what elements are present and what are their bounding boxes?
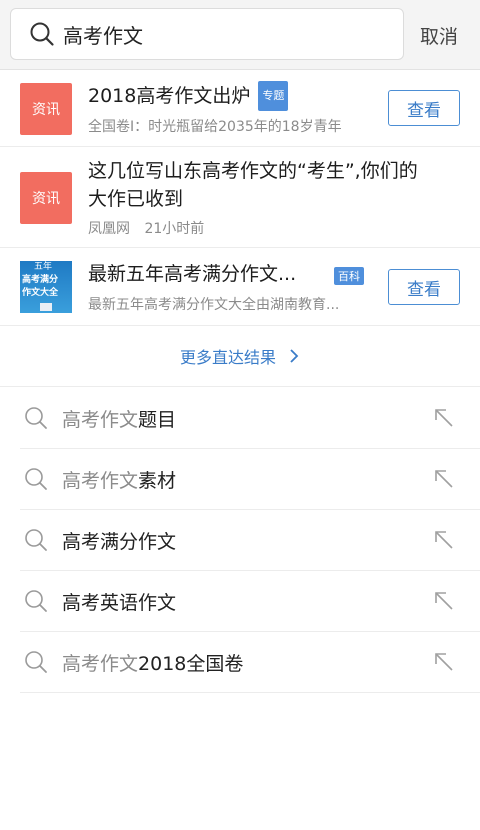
result-title-text: 2018高考作文出炉 bbox=[88, 85, 251, 107]
cancel-button[interactable]: 取消 bbox=[420, 22, 458, 49]
result-source: 凤凰网 bbox=[88, 221, 130, 237]
result-subtitle: 最新五年高考满分作文大全由湖南教育... bbox=[88, 297, 340, 313]
search-query-text: 高考作文 bbox=[63, 23, 143, 48]
arrow-up-left-icon[interactable] bbox=[432, 406, 456, 430]
news-tag-thumb: 资讯 bbox=[20, 172, 72, 224]
view-button[interactable]: 查看 bbox=[388, 269, 460, 305]
encyclopedia-badge: 百科 bbox=[334, 267, 364, 285]
suggestion-item[interactable]: 高考英语作文 bbox=[20, 571, 480, 632]
search-icon bbox=[30, 22, 54, 46]
suggestion-item[interactable]: 高考满分作文 bbox=[20, 510, 480, 571]
result-title-text: 最新五年高考满分作文... bbox=[88, 263, 297, 285]
more-results-label: 更多直达结果 bbox=[179, 348, 276, 367]
result-card[interactable]: 资讯 2018高考作文出炉 专题 全国卷I：时光瓶留给2035年的18岁青年 查看 bbox=[0, 71, 480, 147]
result-title[interactable]: 2018高考作文出炉 专题 bbox=[88, 81, 289, 111]
result-subtitle: 全国卷I：时光瓶留给2035年的18岁青年 bbox=[88, 119, 342, 135]
search-icon bbox=[25, 590, 47, 612]
suggestion-item[interactable]: 高考作文素材 bbox=[20, 449, 480, 510]
suggestion-suffix: 高考英语作文 bbox=[62, 591, 177, 614]
result-card[interactable]: 资讯 这几位写山东高考作文的“考生”,你们的 大作已收到 凤凰网 21小时前 bbox=[0, 147, 480, 248]
chevron-right-icon bbox=[290, 349, 299, 363]
suggestion-suffix: 素材 bbox=[138, 469, 177, 492]
arrow-up-left-icon[interactable] bbox=[432, 528, 456, 552]
suggestion-prefix: 高考作文 bbox=[62, 652, 139, 675]
more-results-link[interactable]: 更多直达结果 bbox=[0, 326, 480, 387]
book-cover-decoration bbox=[40, 303, 52, 311]
book-cover-text-2: 高考满分 bbox=[22, 275, 59, 285]
arrow-up-left-icon[interactable] bbox=[432, 650, 456, 674]
search-input[interactable]: 高考作文 bbox=[10, 8, 404, 60]
suggestion-prefix: 高考作文 bbox=[62, 408, 139, 431]
book-cover-text-3: 作文大全 bbox=[22, 288, 59, 298]
book-cover-text-1: 五年 bbox=[34, 262, 53, 272]
result-title-line-2[interactable]: 大作已收到 bbox=[88, 185, 183, 213]
suggestion-suffix: 高考满分作文 bbox=[62, 530, 177, 553]
result-time: 21小时前 bbox=[144, 221, 205, 237]
suggestion-item[interactable]: 高考作文2018全国卷 bbox=[20, 632, 480, 693]
search-icon bbox=[25, 651, 47, 673]
search-icon bbox=[25, 529, 47, 551]
result-title-line-1[interactable]: 这几位写山东高考作文的“考生”,你们的 bbox=[88, 157, 418, 185]
suggestion-suffix: 题目 bbox=[138, 408, 177, 431]
topic-badge: 专题 bbox=[258, 81, 289, 111]
search-icon bbox=[25, 468, 47, 490]
result-meta: 凤凰网 21小时前 bbox=[88, 218, 204, 238]
search-icon bbox=[25, 407, 47, 429]
suggestion-prefix: 高考作文 bbox=[62, 469, 139, 492]
suggestion-item[interactable]: 高考作文题目 bbox=[20, 388, 480, 449]
result-title[interactable]: 最新五年高考满分作文... bbox=[88, 260, 296, 288]
news-tag-thumb: 资讯 bbox=[20, 83, 72, 135]
suggestion-suffix: 2018全国卷 bbox=[138, 652, 244, 675]
book-cover-thumb: 五年 高考满分 作文大全 bbox=[20, 261, 72, 313]
search-bar: 高考作文 取消 bbox=[0, 0, 480, 70]
arrow-up-left-icon[interactable] bbox=[432, 589, 456, 613]
view-button[interactable]: 查看 bbox=[388, 90, 460, 126]
result-card[interactable]: 五年 高考满分 作文大全 最新五年高考满分作文... 百科 最新五年高考满分作文… bbox=[0, 248, 480, 326]
arrow-up-left-icon[interactable] bbox=[432, 467, 456, 491]
